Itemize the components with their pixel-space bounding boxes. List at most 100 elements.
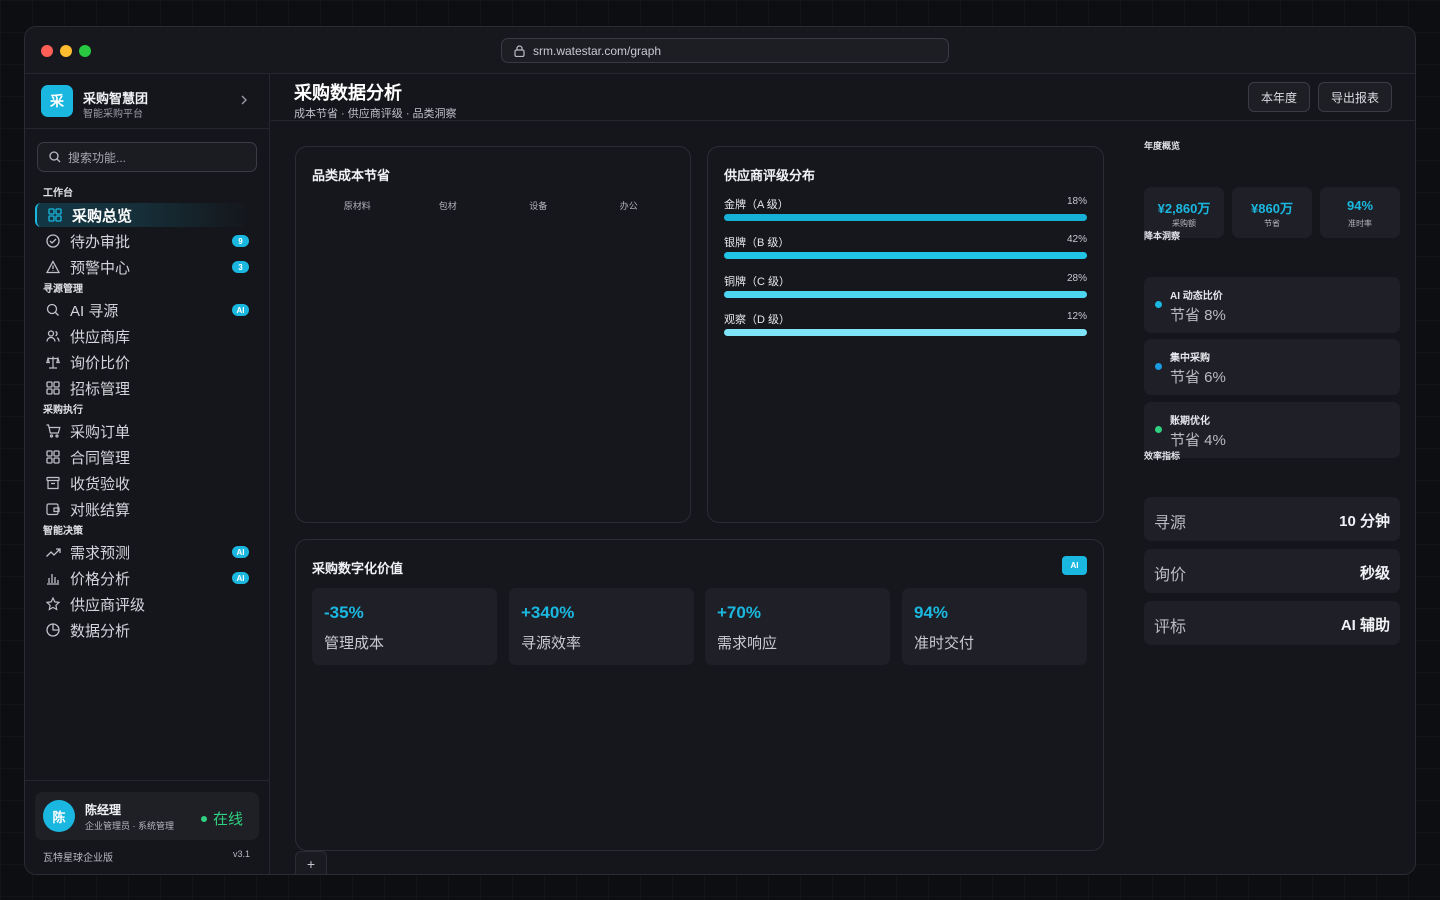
close-window-button[interactable] (41, 45, 53, 57)
metric-value: AI 辅助 (1340, 617, 1390, 634)
overview-value: ¥860万 (1251, 201, 1293, 216)
divider (25, 780, 270, 781)
user-name: 陈经理 (85, 803, 122, 817)
ai-badge: AI (232, 546, 249, 558)
cart-icon (45, 423, 61, 439)
rating-percent: 28% (1066, 273, 1087, 284)
pie-icon (45, 622, 61, 638)
sidebar-item-settlement[interactable]: 对账结算 (35, 497, 249, 521)
metric-row: 询价 秒级 (1144, 549, 1400, 593)
main-content: 采购数据分析 成本节省 · 供应商评级 · 品类洞察 本年度 导出报表 品类成本… (271, 74, 1415, 874)
page-header: 采购数据分析 成本节省 · 供应商评级 · 品类洞察 本年度 导出报表 (271, 74, 1415, 121)
grid-icon (45, 380, 61, 396)
sidebar-item-receiving[interactable]: 收货验收 (35, 471, 249, 495)
insight-dot-icon (1155, 363, 1162, 370)
metric-label: 寻源 (1154, 515, 1187, 532)
stat-value: -35% (324, 603, 364, 622)
overview-label-text: 节省 (1264, 219, 1280, 228)
rating-label: 银牌（B 级） (724, 237, 790, 249)
metric-row: 寻源 10 分钟 (1144, 497, 1400, 541)
maximize-window-button[interactable] (79, 45, 91, 57)
user-card[interactable]: 陈 陈经理 企业管理员 · 系统管理 在线 (35, 792, 259, 840)
rating-bar (724, 252, 1087, 259)
sidebar-item-label: 询价比价 (70, 354, 131, 372)
sidebar-item-ai-sourcing[interactable]: AI 寻源 AI (35, 298, 249, 322)
overview-label-text: 准时率 (1348, 219, 1372, 228)
sidebar-item-data-analysis[interactable]: 数据分析 (35, 618, 249, 642)
count-badge: 9 (232, 235, 249, 247)
insight-card[interactable]: 集中采购 节省 6% (1144, 339, 1400, 395)
insight-card[interactable]: 账期优化 节省 4% (1144, 402, 1400, 458)
sidebar-item-supplier-rating[interactable]: 供应商评级 (35, 592, 249, 616)
minimize-window-button[interactable] (60, 45, 72, 57)
url-text: srm.watestar.com/graph (533, 43, 662, 58)
rating-track (724, 291, 1087, 298)
category-label: 设备 (529, 201, 548, 211)
sidebar-item-contracts[interactable]: 合同管理 (35, 445, 249, 469)
grid-icon (47, 207, 63, 223)
search-icon (49, 151, 61, 163)
org-switcher[interactable]: 采 采购智慧团 智能采购平台 (25, 74, 270, 129)
sidebar-item-suppliers[interactable]: 供应商库 (35, 324, 249, 348)
check-circle-icon (45, 233, 61, 249)
metric-label: 询价 (1154, 567, 1187, 584)
user-role: 企业管理员 · 系统管理 (85, 821, 174, 831)
metric-label: 评标 (1154, 619, 1187, 636)
sidebar-item-label: 供应商评级 (70, 596, 146, 614)
avatar: 陈 (43, 800, 75, 832)
sidebar-item-approvals[interactable]: 待办审批 9 (35, 229, 249, 253)
sidebar-item-label: 合同管理 (70, 449, 131, 467)
export-report-button[interactable]: 导出报表 (1318, 82, 1392, 112)
value-stat: -35% 管理成本 (312, 588, 497, 665)
sidebar-item-forecast[interactable]: 需求预测 AI (35, 540, 249, 564)
digital-value-card: 采购数字化价值 AI -35% 管理成本 +340% 寻源效率 +70% 需求响… (295, 539, 1104, 851)
section-label-sourcing: 寻源管理 (43, 284, 83, 295)
version-label: v3.1 (233, 849, 251, 859)
section-label-decisions: 智能决策 (43, 526, 83, 537)
insight-value: 节省 8% (1170, 307, 1226, 324)
category-label: 办公 (619, 201, 638, 211)
sidebar-item-price-analysis[interactable]: 价格分析 AI (35, 566, 249, 590)
stat-label: 需求响应 (717, 635, 778, 652)
category-labels: 原材料 包材 设备 办公 (312, 199, 674, 212)
sidebar-item-label: 数据分析 (70, 622, 131, 640)
rating-label: 铜牌（C 级） (724, 276, 790, 288)
sidebar-item-overview[interactable]: 采购总览 (35, 203, 249, 227)
rating-bar (724, 291, 1087, 298)
wallet-icon (45, 501, 61, 517)
year-filter-button[interactable]: 本年度 (1248, 82, 1310, 112)
stat-value: 94% (914, 603, 949, 622)
stat-value: +340% (521, 603, 575, 622)
sidebar-item-alerts[interactable]: 预警中心 3 (35, 255, 249, 279)
value-stat: +70% 需求响应 (705, 588, 890, 665)
address-bar[interactable]: srm.watestar.com/graph (501, 38, 949, 63)
rating-track (724, 214, 1087, 221)
ai-badge: AI (232, 572, 249, 584)
sidebar-item-label: AI 寻源 (70, 302, 119, 320)
insight-dot-icon (1155, 426, 1162, 433)
sidebar-item-label: 收货验收 (70, 475, 131, 493)
sidebar-item-rfq[interactable]: 询价比价 (35, 350, 249, 374)
scale-icon (45, 354, 61, 370)
sidebar-item-label: 预警中心 (70, 259, 131, 277)
add-widget-button[interactable]: + (295, 851, 327, 874)
overview-value: ¥2,860万 (1157, 201, 1211, 216)
sidebar-item-label: 待办审批 (70, 233, 131, 251)
sidebar-item-label: 招标管理 (70, 380, 131, 398)
sidebar: 采 采购智慧团 智能采购平台 搜索功能... 工作台 采购总览 待办审批 9 预… (25, 74, 270, 874)
sidebar-item-orders[interactable]: 采购订单 (35, 419, 249, 443)
ai-badge: AI (232, 304, 249, 316)
stat-value: +70% (717, 603, 761, 622)
count-badge: 3 (232, 261, 249, 273)
insight-card[interactable]: AI 动态比价 节省 8% (1144, 277, 1400, 333)
sidebar-item-bidding[interactable]: 招标管理 (35, 376, 249, 400)
search-input[interactable]: 搜索功能... (37, 142, 257, 172)
stat-label: 管理成本 (324, 635, 385, 652)
insight-title: 集中采购 (1170, 353, 1210, 364)
ai-tag: AI (1062, 556, 1087, 575)
sidebar-item-label: 需求预测 (70, 544, 131, 562)
rating-bar (724, 329, 1087, 336)
value-stat: +340% 寻源效率 (509, 588, 694, 665)
value-stat: 94% 准时交付 (902, 588, 1087, 665)
overview-stat: 94% 准时率 (1320, 187, 1400, 238)
